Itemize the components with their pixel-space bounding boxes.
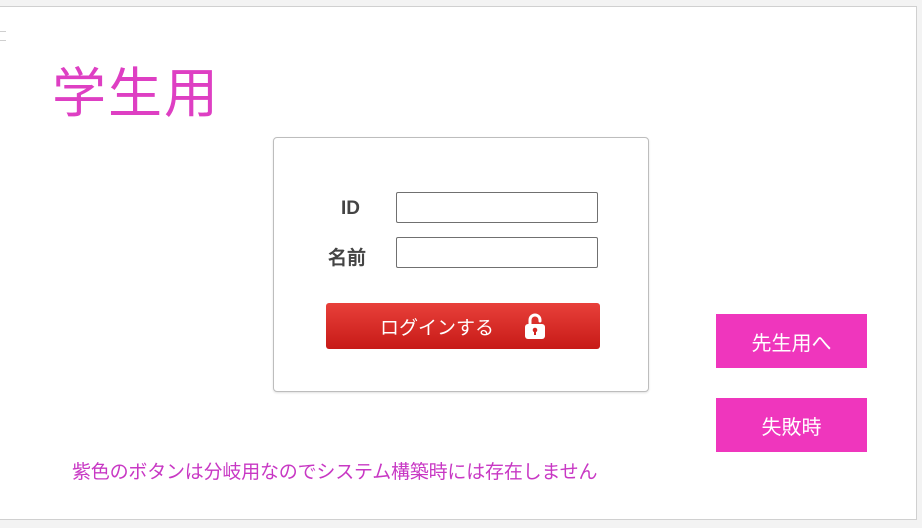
lock-open-icon: [524, 312, 546, 340]
frame-edge-marker: [0, 31, 6, 41]
login-card: ID 名前 ログインする: [273, 137, 649, 392]
page-frame: 学生用 ID 名前 ログインする 先生用へ 失敗時 紫色のボタンは分岐用なのでシ…: [0, 6, 917, 520]
page-title: 学生用: [52, 62, 220, 125]
name-label: 名前: [327, 248, 366, 269]
login-button-label: ログインする: [379, 316, 494, 339]
failure-button[interactable]: 失敗時: [716, 398, 867, 452]
teacher-page-button[interactable]: 先生用へ: [716, 314, 867, 368]
id-label: ID: [341, 198, 360, 219]
name-input[interactable]: [396, 237, 598, 268]
id-input[interactable]: [396, 192, 598, 223]
login-button[interactable]: ログインする: [326, 303, 600, 349]
branch-note: 紫色のボタンは分岐用なのでシステム構築時には存在しません: [72, 461, 598, 483]
